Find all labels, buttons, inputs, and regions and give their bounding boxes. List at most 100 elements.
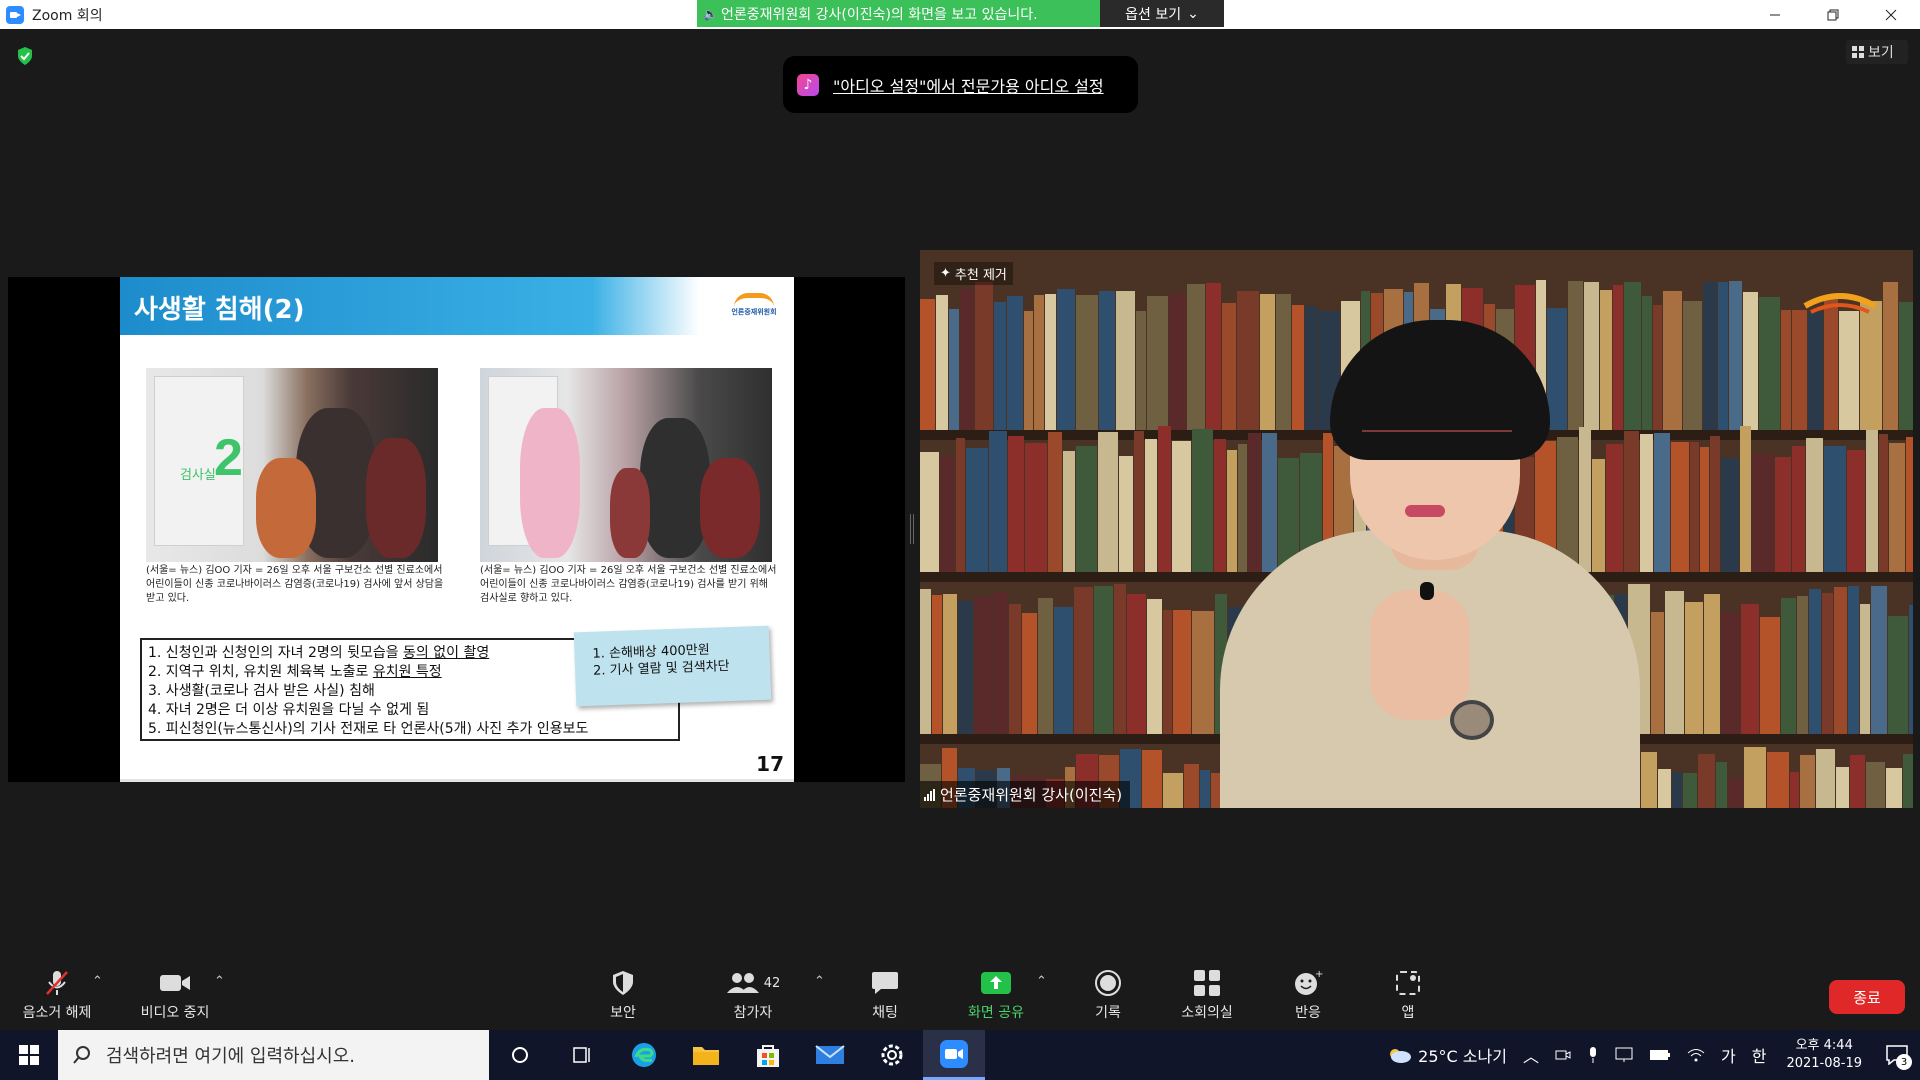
remove-spotlight-button[interactable]: ✦ 추천 제거	[934, 262, 1013, 285]
audio-settings-toast[interactable]: ♪ "아디오 설정"에서 전문가용 아디오 설정	[783, 56, 1138, 113]
participant-video[interactable]: ✦ 추천 제거 언론중재위원회 강사(이진숙)	[920, 250, 1913, 808]
start-button[interactable]	[0, 1030, 58, 1080]
book-spine	[1169, 293, 1186, 430]
view-options-button[interactable]: 옵션 보기 ⌄	[1100, 0, 1224, 27]
file-explorer-taskbar-button[interactable]	[675, 1030, 737, 1080]
breakout-rooms-button[interactable]: 소회의실	[1170, 960, 1244, 1030]
list-item: 5. 피신청인(뉴스통신사)의 기사 전재로 타 언론사(5개) 사진 추가 인…	[148, 721, 589, 737]
end-meeting-button[interactable]: 종료	[1829, 980, 1905, 1014]
slide-photo-2	[480, 368, 772, 562]
edge-taskbar-button[interactable]	[613, 1030, 675, 1080]
microphone-tray-icon[interactable]	[1587, 1046, 1599, 1064]
reactions-button[interactable]: + 반응	[1278, 960, 1338, 1030]
restore-button[interactable]	[1804, 0, 1862, 29]
book-spine	[1704, 594, 1720, 734]
taskbar-search-input[interactable]: 검색하려면 여기에 입력하십시오.	[58, 1030, 489, 1080]
remove-spotlight-label: 추천 제거	[954, 268, 1007, 283]
book-spine	[1698, 754, 1715, 808]
wifi-tray-icon[interactable]	[1687, 1047, 1705, 1063]
minimize-button[interactable]	[1746, 0, 1804, 29]
security-button[interactable]: 보안	[590, 960, 656, 1030]
zoom-app-icon	[940, 1039, 968, 1068]
book-spine	[1173, 610, 1191, 734]
book-spine	[1743, 292, 1758, 430]
chevron-up-icon: ︿	[1522, 1047, 1539, 1066]
meet-now-icon[interactable]	[1555, 1047, 1571, 1063]
reactions-label: 반응	[1295, 1005, 1321, 1021]
close-button[interactable]	[1862, 0, 1920, 29]
book-spine	[1729, 281, 1742, 430]
clock-date: 2021-08-19	[1786, 1056, 1862, 1071]
store-taskbar-button[interactable]	[737, 1030, 799, 1080]
stop-video-button[interactable]: 비디오 중지	[130, 960, 220, 1030]
unmute-button[interactable]: 음소거 해제	[14, 960, 100, 1030]
book-spine	[1860, 604, 1870, 734]
book-spine	[920, 452, 939, 572]
book-spine	[994, 302, 1006, 430]
settings-taskbar-button[interactable]	[861, 1030, 923, 1080]
video-options-caret[interactable]: ⌃	[214, 974, 225, 989]
task-view-button[interactable]	[551, 1030, 613, 1080]
book-spine	[1192, 611, 1214, 734]
show-hidden-icons-button[interactable]: ︿	[1523, 1043, 1539, 1067]
view-button[interactable]: 보기	[1846, 40, 1908, 64]
book-spine	[1187, 284, 1205, 430]
book-spine	[1879, 434, 1888, 572]
logo-text: 언론중재위원회	[731, 308, 777, 316]
book-spine	[1740, 426, 1751, 572]
weather-widget[interactable]: 25°C 소나기	[1386, 1043, 1507, 1067]
zoom-taskbar-button[interactable]	[923, 1030, 985, 1080]
book-spine	[1903, 754, 1913, 808]
book-spine	[1134, 431, 1144, 572]
book-spine	[1721, 612, 1740, 734]
wrist-watch	[1450, 700, 1494, 740]
book-spine	[1658, 769, 1671, 808]
share-screen-button[interactable]: 화면 공유	[958, 960, 1034, 1030]
cortana-button[interactable]	[489, 1030, 551, 1080]
book-spine	[1145, 439, 1157, 572]
slide-header: 사생활 침해(2) 언론중재위원회	[120, 277, 794, 335]
apps-button[interactable]: 앱	[1378, 960, 1438, 1030]
participants-button[interactable]: 42 참가자	[720, 960, 786, 1030]
participants-label: 참가자	[733, 1005, 773, 1021]
split-resize-handle[interactable]	[910, 514, 914, 544]
book-spine	[1806, 438, 1823, 572]
photo-caption-1: (서울= 뉴스) 김OO 기자 = 26일 오후 서울 구보건소 선별 진료소에…	[146, 565, 444, 604]
window-controls	[1746, 0, 1920, 29]
encryption-shield-icon[interactable]	[16, 46, 34, 66]
book-spine	[1710, 436, 1720, 572]
book-spine	[1848, 586, 1859, 734]
record-button[interactable]: 기록	[1078, 960, 1138, 1030]
book-spine	[1099, 291, 1115, 430]
book-spine	[975, 282, 993, 430]
audio-options-caret[interactable]: ⌃	[92, 974, 103, 989]
book-spine	[960, 289, 974, 430]
audio-settings-link[interactable]: "아디오 설정"에서 전문가용 아디오 설정	[833, 73, 1104, 97]
book-spine	[1116, 291, 1135, 430]
share-options-caret[interactable]: ⌃	[1036, 974, 1047, 989]
book-spine	[1847, 450, 1865, 572]
slide-title: 사생활 침해(2)	[134, 295, 305, 325]
book-spine	[1063, 451, 1075, 572]
book-spine	[1808, 312, 1823, 430]
mail-taskbar-button[interactable]	[799, 1030, 861, 1080]
book-spine	[1767, 752, 1789, 808]
ime-mode-indicator[interactable]: 한	[1752, 1043, 1767, 1067]
participants-options-caret[interactable]: ⌃	[814, 974, 825, 989]
book-spine	[1076, 295, 1098, 430]
chat-button[interactable]: 채팅	[852, 960, 918, 1030]
book-spine	[1008, 436, 1024, 572]
battery-tray-icon[interactable]	[1649, 1049, 1671, 1061]
book-spine	[940, 456, 955, 572]
book-spine	[1022, 613, 1037, 734]
book-spine	[1642, 296, 1652, 430]
notification-center-button[interactable]: 3	[1874, 1030, 1920, 1080]
unmute-label: 음소거 해제	[22, 1005, 92, 1021]
book-spine	[1038, 598, 1053, 734]
display-tray-icon[interactable]	[1615, 1047, 1633, 1063]
ime-language-indicator[interactable]: 가	[1721, 1043, 1736, 1067]
book-spine	[1172, 441, 1191, 572]
book-spine	[1790, 772, 1799, 808]
taskbar-clock[interactable]: 오후 4:44 2021-08-19	[1786, 1037, 1862, 1073]
grid-view-icon	[1852, 46, 1864, 58]
